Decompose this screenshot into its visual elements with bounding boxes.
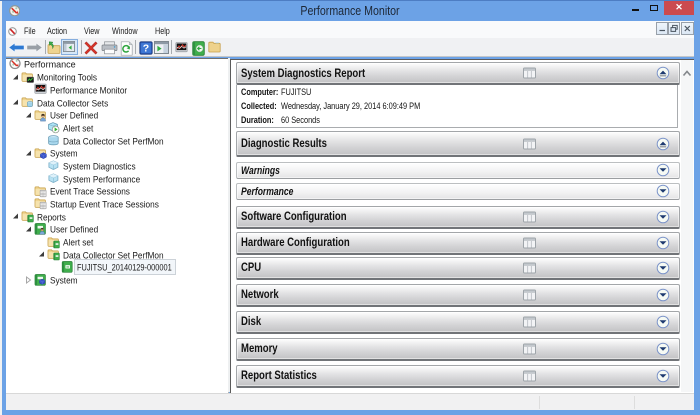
svg-text:?: ? — [142, 42, 148, 54]
